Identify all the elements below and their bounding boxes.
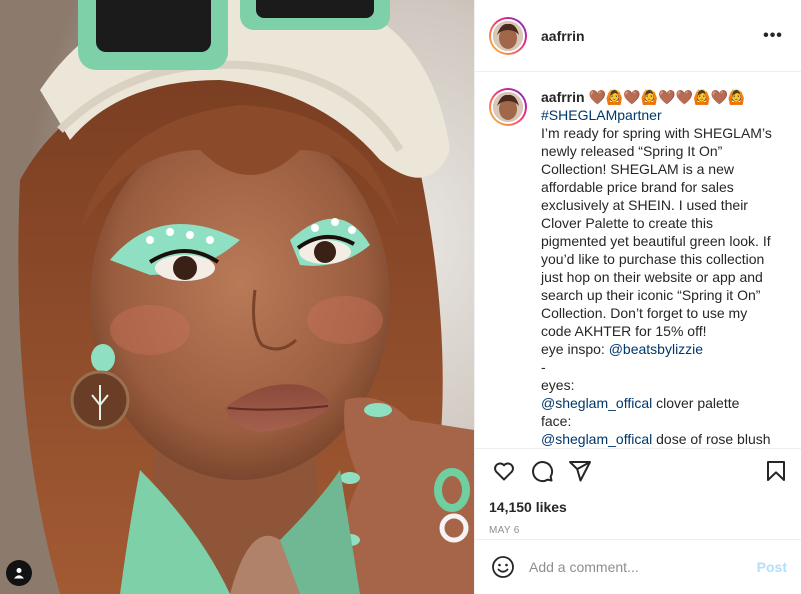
more-options-button[interactable]: ••• xyxy=(761,24,785,48)
bookmark-icon xyxy=(767,461,785,481)
post-date[interactable]: MAY 6 xyxy=(489,525,787,536)
post-actions: 14,150 likes MAY 6 xyxy=(475,448,801,536)
post-comment-button[interactable]: Post xyxy=(757,559,787,575)
instagram-post: aafrrin ••• aafrrin 🤎🙆🤎🙆🤎🤎🙆🤎🙆 #SHEGLAMpa… xyxy=(0,0,801,594)
post-details-panel: aafrrin ••• aafrrin 🤎🙆🤎🙆🤎🤎🙆🤎🙆 #SHEGLAMpa… xyxy=(474,0,801,594)
caption-body: I’m ready for spring with SHEGLAM’s newl… xyxy=(541,125,776,339)
caption-emoji: 🤎🙆🤎🙆🤎🤎🙆🤎🙆 xyxy=(588,89,746,105)
caption-mention-face[interactable]: @sheglam_offical xyxy=(541,431,652,447)
caption-hashtag[interactable]: #SHEGLAMpartner xyxy=(541,107,662,123)
comment-button[interactable] xyxy=(527,456,557,486)
caption-inspo-label: eye inspo: xyxy=(541,341,605,357)
post-author-username[interactable]: aafrrin xyxy=(541,28,761,44)
caption-face-label: face: xyxy=(541,413,572,429)
share-button[interactable] xyxy=(565,456,595,486)
caption-face-product: dose of rose blush xyxy=(652,431,771,447)
avatar[interactable] xyxy=(489,16,527,55)
paper-plane-icon xyxy=(569,461,591,482)
smiley-icon xyxy=(492,556,514,578)
caption-eyes-product: clover palette xyxy=(652,395,740,411)
post-photo[interactable] xyxy=(0,0,474,594)
user-tag-button[interactable] xyxy=(6,560,32,586)
likes-count[interactable]: 14,150 likes xyxy=(489,499,787,515)
save-button[interactable] xyxy=(761,456,791,486)
avatar-image xyxy=(491,18,525,53)
post-caption: aafrrin 🤎🙆🤎🙆🤎🤎🙆🤎🙆 #SHEGLAMpartner I’m re… xyxy=(541,88,781,448)
caption-username[interactable]: aafrrin xyxy=(541,89,585,105)
caption-mention-eyes[interactable]: @sheglam_offical xyxy=(541,395,652,411)
like-button[interactable] xyxy=(489,456,519,486)
comment-input[interactable] xyxy=(529,559,749,575)
caption-dash: - xyxy=(541,359,546,375)
caption-eyes-label: eyes: xyxy=(541,377,575,393)
action-icon-row xyxy=(489,449,787,493)
comment-icon xyxy=(532,461,554,483)
emoji-button[interactable] xyxy=(489,553,517,581)
caption-avatar[interactable] xyxy=(489,88,527,126)
more-horizontal-icon: ••• xyxy=(763,26,783,44)
post-header: aafrrin ••• xyxy=(475,0,801,72)
portrait-image xyxy=(0,0,474,594)
comments-section[interactable]: aafrrin 🤎🙆🤎🙆🤎🤎🙆🤎🙆 #SHEGLAMpartner I’m re… xyxy=(475,72,801,448)
caption-mention-inspo[interactable]: @beatsbylizzie xyxy=(609,341,703,357)
avatar-image xyxy=(491,90,525,124)
add-comment-bar: Post xyxy=(475,539,801,594)
heart-icon xyxy=(494,462,514,481)
user-tag-icon xyxy=(14,568,24,579)
